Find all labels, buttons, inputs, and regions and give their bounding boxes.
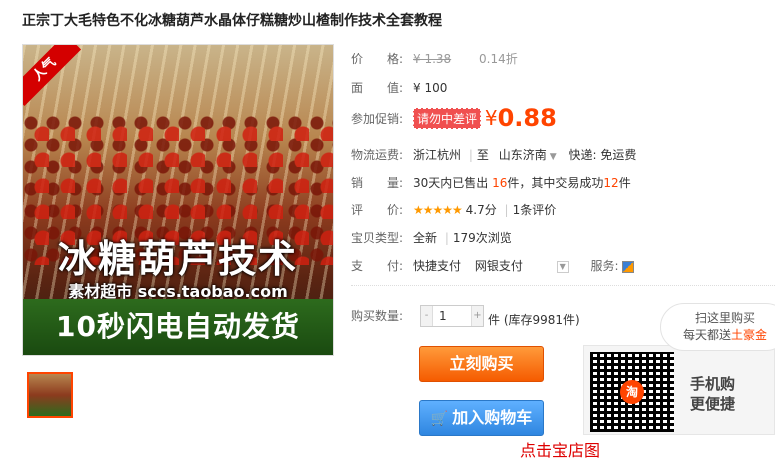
sales-success-count: 12 (603, 176, 619, 190)
cart-icon: 🛒 (430, 411, 449, 427)
product-thumbnail[interactable] (27, 372, 73, 418)
stock-text: 件 (库存9981件) (488, 313, 580, 327)
buy-now-button[interactable]: 立刻购买 (419, 346, 544, 382)
quantity-decrease-button[interactable]: - (421, 306, 433, 326)
price-row: 价 格: ¥ 1.38 0.14折 (351, 50, 518, 67)
mobile-promo-line2: 更便捷 (690, 395, 736, 413)
original-price: ¥ 1.38 (413, 52, 452, 66)
rating-label: 评 价: (351, 203, 404, 217)
cutoff-link-text[interactable]: 点击宝店图 (520, 437, 600, 461)
promo-row: 参加促销: 请勿中差评 ¥0.88 (351, 104, 557, 132)
price-label: 价 格: (351, 52, 404, 66)
chevron-down-icon: ▼ (549, 152, 557, 162)
sales-label: 销 量: (351, 176, 404, 190)
promo-yen: ¥ (484, 106, 498, 130)
shipping-row: 物流运费: 浙江杭州 | 至 山东济南 ▼ 快递: 免运费 (351, 146, 636, 163)
rating-score: 4.7分 (465, 203, 497, 217)
add-to-cart-label: 加入购物车 (452, 408, 533, 427)
mobile-promo-text: 手机购 更便捷 (690, 374, 735, 414)
sales-row: 销 量: 30天内已售出 16件，其中交易成功12件 (351, 174, 631, 191)
taobao-logo-icon: 淘 (620, 380, 644, 404)
bubble-line1: 扫这里购买 (694, 311, 755, 325)
ship-to-prefix: 至 (476, 148, 489, 162)
ship-from: 浙江杭州 (413, 148, 462, 162)
qr-code-icon[interactable]: 淘 (590, 352, 674, 432)
quantity-stepper[interactable]: - 1 + (420, 305, 484, 327)
express-info: 快递: 免运费 (568, 148, 637, 162)
quantity-increase-button[interactable]: + (471, 306, 483, 326)
promo-price: 0.88 (497, 104, 557, 132)
bubble-line2: 每天都送土豪金 (661, 327, 775, 344)
bubble-line2-prefix: 每天都送 (682, 328, 731, 342)
face-value: ¥ 100 (413, 81, 448, 95)
type-label: 宝贝类型: (351, 231, 404, 245)
rating-stars: ★★★★★ (413, 203, 463, 217)
mobile-qr-panel: 淘 手机购 更便捷 (583, 345, 775, 435)
quantity-input[interactable]: 1 (435, 306, 471, 326)
promo-tag: 请勿中差评 (413, 107, 482, 129)
payment-row: 支 付: 快捷支付 网银支付 ▼ 服务: (351, 257, 635, 274)
product-title: 正宗丁大毛特色不化冰糖葫芦水晶体仔糕糖炒山楂制作技术全套教程 (22, 13, 442, 29)
shipping-label: 物流运费: (351, 148, 404, 162)
type-value: 全新 (413, 231, 438, 245)
bubble-gold-text: 土豪金 (731, 328, 768, 342)
service-label: 服务: (590, 259, 619, 273)
rating-reviews-link[interactable]: 1条评价 (513, 203, 557, 217)
ship-to-select[interactable]: 山东济南 ▼ (499, 148, 557, 162)
service-icon[interactable] (622, 260, 635, 273)
payment-dropdown-icon[interactable]: ▼ (556, 260, 569, 273)
ship-separator: | (468, 148, 473, 162)
face-value-label: 面 值: (351, 81, 404, 95)
discount-text: 0.14折 (479, 52, 518, 66)
rating-row: 评 价: ★★★★★ 4.7分 | 1条评价 (351, 201, 556, 218)
face-value-row: 面 值: ¥ 100 (351, 79, 447, 96)
sales-suffix: 件 (618, 176, 631, 190)
quantity-label: 购买数量: (351, 309, 404, 323)
payment-label: 支 付: (351, 259, 404, 273)
ship-to: 山东济南 (498, 148, 547, 162)
mobile-promo-line1: 手机购 (690, 375, 736, 393)
section-divider (351, 285, 775, 286)
image-banner: 10秒闪电自动发货 (23, 299, 333, 355)
image-headline: 冰糖葫芦技术 (57, 237, 298, 281)
promo-label: 参加促销: (351, 111, 404, 126)
scan-promo-bubble: 扫这里购买 每天都送土豪金 (660, 303, 775, 351)
sales-sold-count: 16 (492, 176, 508, 190)
pay-quick: 快捷支付 (413, 259, 462, 273)
views-count: 179次浏览 (452, 231, 512, 245)
type-row: 宝贝类型: 全新 | 179次浏览 (351, 229, 512, 246)
product-main-image[interactable]: 人气 冰糖葫芦技术 素材超市 sccs.taobao.com 10秒闪电自动发货 (22, 44, 334, 356)
quantity-row: 购买数量: (351, 307, 413, 324)
rating-separator: | (504, 203, 509, 217)
sales-prefix: 30天内已售出 (413, 176, 489, 190)
sales-mid: 件，其中交易成功 (507, 176, 604, 190)
add-to-cart-button[interactable]: 🛒 加入购物车 (419, 400, 544, 436)
pay-bank: 网银支付 (474, 259, 523, 273)
type-separator: | (444, 231, 449, 245)
